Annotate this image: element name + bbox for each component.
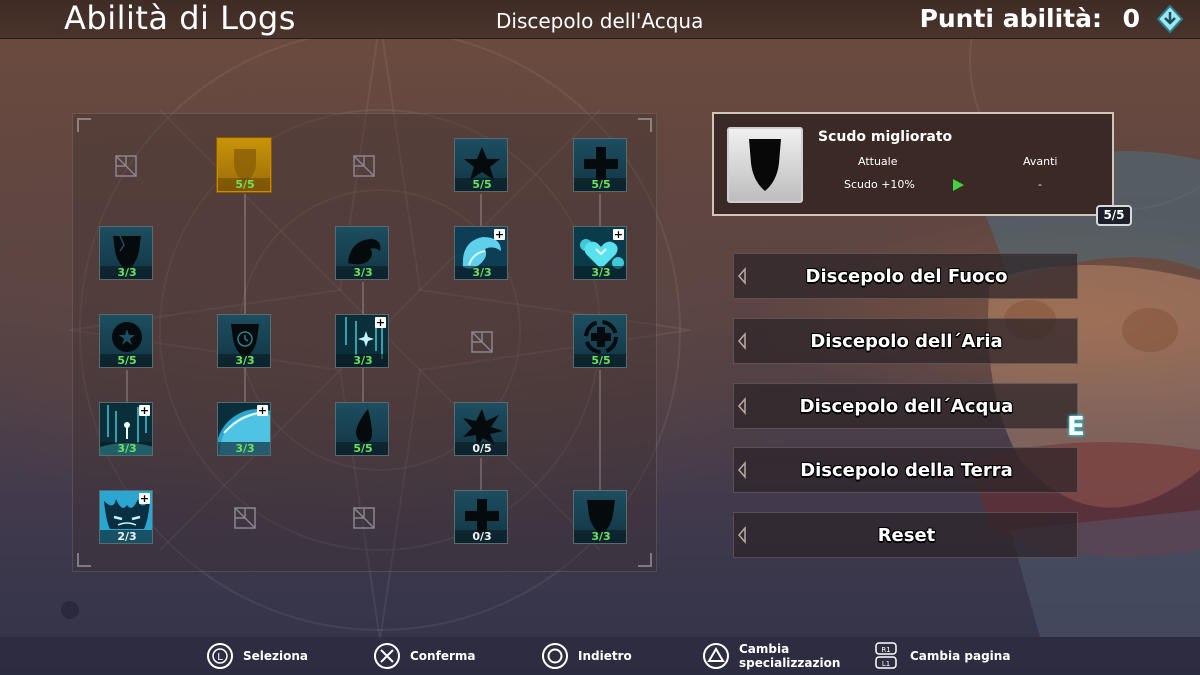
hint-back: Indietro [541,637,632,675]
button-label: Reset [877,525,936,546]
reset-button[interactable]: Reset [733,512,1078,558]
skill-points-value: 0 [1122,4,1140,33]
hint-label: Indietro [578,649,632,663]
hint-select: L Seleziona [206,637,308,675]
empty-slot-icon [353,507,375,529]
plus-icon: + [375,316,386,329]
air-disciple-button[interactable]: Discepolo dell´Aria [733,318,1078,364]
plus-icon: + [139,492,150,505]
hint-label: Seleziona [243,649,309,663]
skill-level: 5/5 [218,178,270,191]
empty-slot-icon [115,155,137,177]
skill-level: 5/5 [336,442,388,455]
skill-level: 5/5 [455,178,507,191]
plus-icon: + [257,404,268,417]
skill-level: 5/5 [574,354,626,367]
earth-disciple-button[interactable]: Discepolo della Terra [733,447,1078,493]
skill-node-sparkle-rain[interactable]: + 3/3 [335,314,389,368]
key-hint-e: E [1067,412,1085,442]
skill-node-cross-plus[interactable]: 5/5 [573,138,627,192]
skill-node-burst[interactable]: 0/5 [454,402,508,456]
skill-level-badge: 5/5 [1096,205,1132,226]
skill-point-gem-icon [1156,4,1184,34]
skill-level: 2/3 [100,530,152,543]
circle-button-icon [542,643,568,669]
skill-node-rain-drop[interactable]: + 3/3 [99,402,153,456]
hint-change-page: R1 L1 Cambia pagina [873,637,1010,675]
plus-icon: + [494,228,505,241]
empty-slot-icon [471,331,493,353]
skill-node-water-monster[interactable]: + 2/3 [99,490,153,544]
button-label: Discepolo del Fuoco [805,266,1008,287]
hint-label: Cambia specializzazion [739,642,841,670]
skill-level: 0/3 [455,530,507,543]
specialization-name: Discepolo dell'Acqua [496,9,704,33]
skill-node-shield-outline[interactable]: 5/5 [217,138,271,192]
skill-node-cracked-shield[interactable]: 3/3 [99,226,153,280]
water-disciple-button[interactable]: Discepolo dell´Acqua [733,383,1078,429]
skill-level: 3/3 [455,266,507,279]
cross-button-icon [374,643,400,669]
skill-node-star[interactable]: 5/5 [454,138,508,192]
svg-text:L1: L1 [882,660,890,668]
hint-confirm: Conferma [373,637,475,675]
skill-node-water-drop[interactable]: 5/5 [335,402,389,456]
arrow-right-icon [953,179,964,191]
button-label: Discepolo dell´Acqua [799,396,1014,417]
skill-tree-panel: 5/5 5/5 5/5 3/3 3/3 + 3/3 + 3/3 5/5 3/3 [72,113,657,572]
skill-info-card: Scudo migliorato Attuale Avanti Scudo +1… [712,112,1114,216]
svg-text:R1: R1 [881,646,890,654]
button-label: Discepolo dell´Aria [810,331,1003,352]
skill-node-shield[interactable]: 3/3 [573,490,627,544]
skill-level: 5/5 [574,178,626,191]
empty-slot-icon [353,155,375,177]
skill-level: 3/3 [218,354,270,367]
plus-icon: + [613,228,624,241]
skill-level: 3/3 [336,354,388,367]
skill-node-timer-shield[interactable]: 3/3 [217,314,271,368]
skill-level: 5/5 [100,354,152,367]
skill-node-wave-swirl[interactable]: 3/3 [335,226,389,280]
plus-icon: + [139,404,150,417]
hint-label: Cambia pagina [910,649,1011,663]
skill-level: 3/3 [100,266,152,279]
empty-slot-icon [234,507,256,529]
current-value: Scudo +10% [844,178,915,191]
svg-text:L: L [217,652,223,663]
skill-node-cross-plus-locked[interactable]: 0/3 [454,490,508,544]
skill-level: 3/3 [100,442,152,455]
r1-l1-buttons-icon: R1 L1 [875,642,897,669]
fire-disciple-button[interactable]: Discepolo del Fuoco [733,253,1078,299]
next-header: Avanti [1023,155,1058,168]
left-stick-icon: L [207,643,233,669]
skill-level: 3/3 [336,266,388,279]
button-label: Discepolo della Terra [800,460,1013,481]
page-title: Abilità di Logs [64,0,296,37]
skill-level: 3/3 [574,266,626,279]
skill-level: 3/3 [218,442,270,455]
shield-icon [749,139,781,191]
next-value: - [1038,178,1042,191]
skill-node-water-heart[interactable]: + 3/3 [573,226,627,280]
hint-label: Conferma [410,649,476,663]
hint-change-specialization: Cambia specializzazion [702,637,841,675]
triangle-button-icon [703,643,729,669]
skill-name: Scudo migliorato [818,129,953,145]
skill-node-water-dragon[interactable]: + 3/3 [454,226,508,280]
skill-points-label: Punti abilità: [919,4,1102,33]
skill-level: 3/3 [574,530,626,543]
current-header: Attuale [858,155,898,168]
skill-level: 0/5 [455,442,507,455]
selected-skill-icon-frame [727,127,803,203]
top-bar: Abilità di Logs Discepolo dell'Acqua Pun… [0,0,1200,39]
skill-node-circle-plus[interactable]: 5/5 [573,314,627,368]
skill-node-star-orb[interactable]: 5/5 [99,314,153,368]
skill-node-water-planet[interactable]: + 3/3 [217,402,271,456]
